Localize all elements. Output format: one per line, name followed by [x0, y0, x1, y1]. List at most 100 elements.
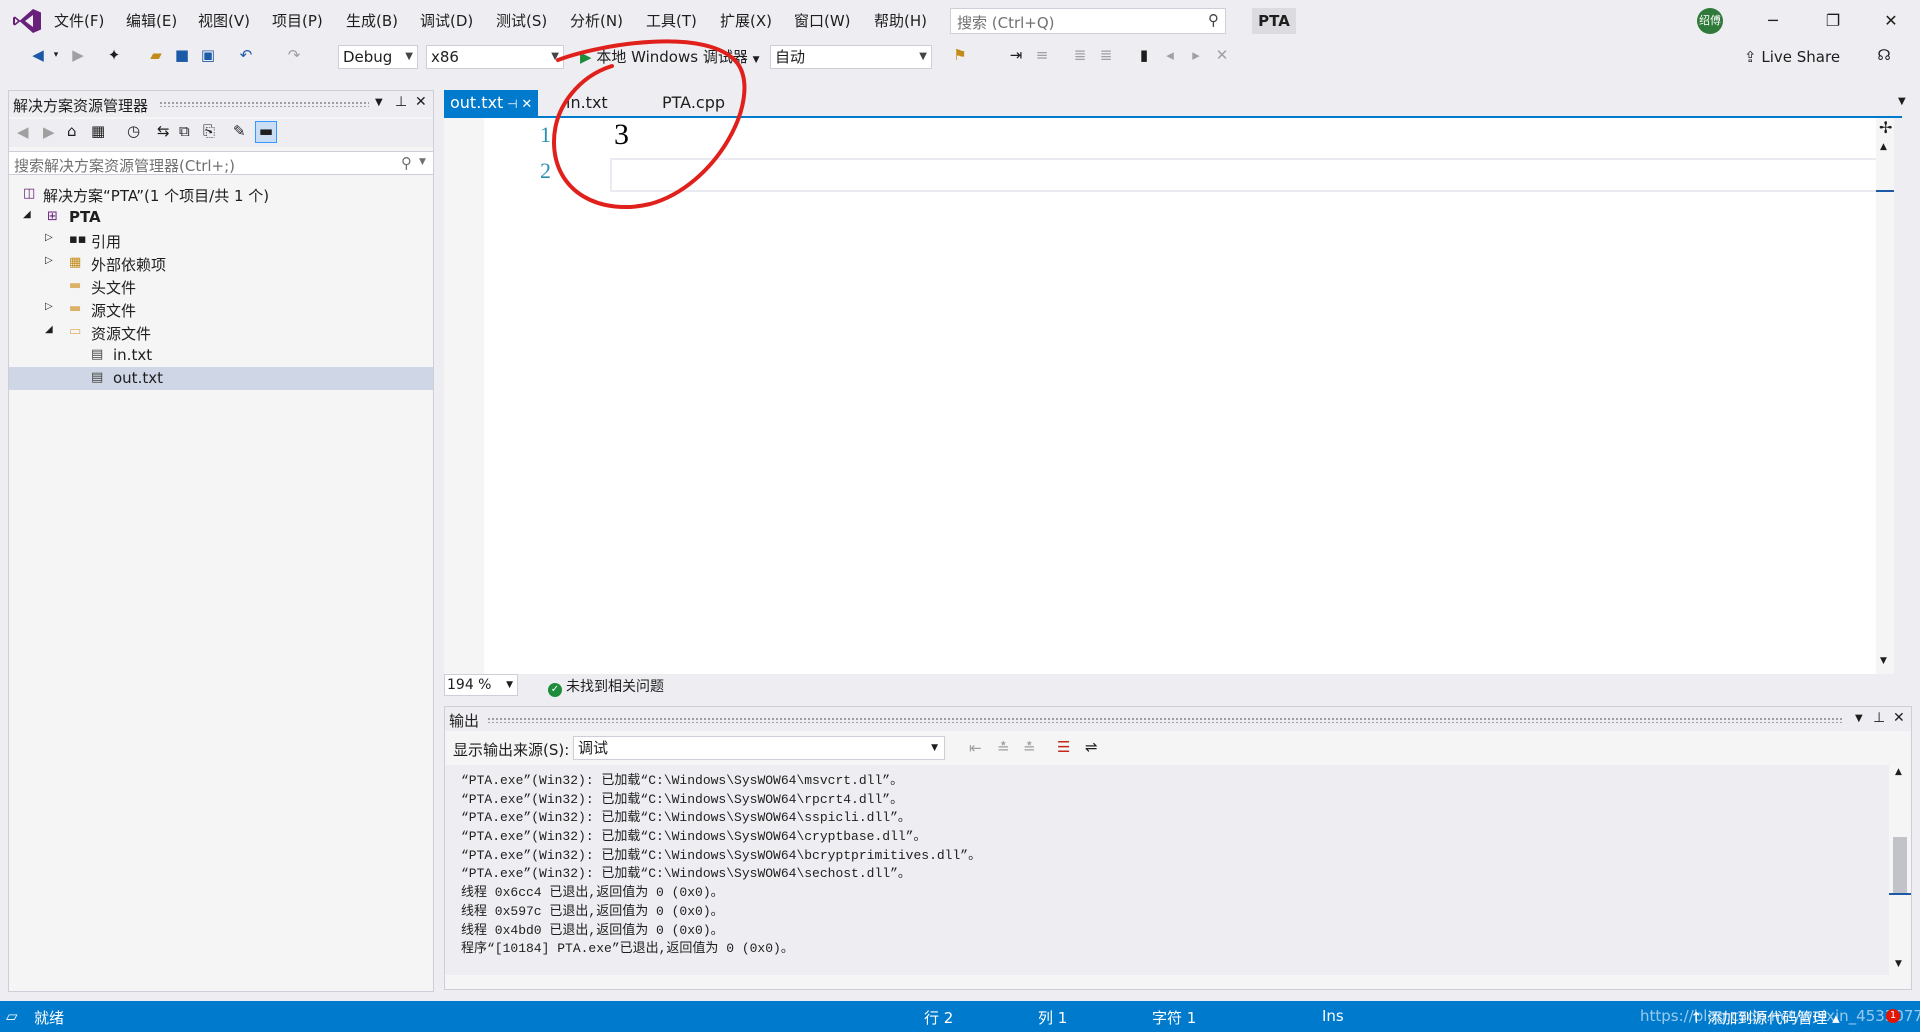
- scroll-thumb[interactable]: [1893, 837, 1907, 893]
- switch-views-icon[interactable]: ▦: [91, 122, 105, 140]
- solution-search-input[interactable]: 搜索解决方案资源管理器(Ctrl+;) ⚲ ▼: [9, 151, 433, 175]
- close-icon[interactable]: ✕: [415, 94, 427, 110]
- tab-overflow-icon[interactable]: ▼: [1898, 96, 1906, 107]
- zoom-dropdown[interactable]: 194 % ▼: [444, 674, 518, 696]
- back-icon[interactable]: ◀: [17, 123, 29, 141]
- tree-item[interactable]: ▤ in.txt: [9, 344, 433, 367]
- feedback-icon[interactable]: ☊: [1874, 46, 1894, 64]
- scroll-down-icon[interactable]: ▼: [1880, 656, 1887, 666]
- quick-launch-search-input[interactable]: 搜索 (Ctrl+Q) ⚲: [950, 8, 1226, 34]
- source-control-button[interactable]: ↑ 添加到源代码管理 ▴: [1690, 1007, 1840, 1028]
- redo-icon[interactable]: ↷: [284, 46, 304, 64]
- tab-out-txt[interactable]: out.txt ⊣ ✕: [444, 90, 539, 116]
- collapsed-arrow-icon[interactable]: ▷: [45, 255, 53, 266]
- find-in-files-icon[interactable]: ⚑: [950, 46, 970, 64]
- pending-changes-icon[interactable]: ◷: [127, 122, 140, 140]
- output-source-dropdown[interactable]: 调试 ▼: [573, 736, 945, 760]
- menu-item[interactable]: 工具(T): [646, 10, 697, 31]
- drag-grip[interactable]: [487, 717, 1843, 723]
- menu-item[interactable]: 扩展(X): [720, 10, 772, 31]
- scroll-down-icon[interactable]: ▼: [1895, 959, 1902, 969]
- platform-dropdown[interactable]: x86 ▼: [426, 45, 564, 69]
- bookmark-icon[interactable]: ▮: [1134, 46, 1154, 64]
- menu-item[interactable]: 文件(F): [54, 10, 104, 31]
- pin-icon[interactable]: ⊥: [1873, 710, 1885, 726]
- split-icon[interactable]: ✢: [1879, 118, 1892, 137]
- issues-indicator[interactable]: ✓ 未找到相关问题: [548, 676, 664, 697]
- show-all-files-icon[interactable]: ⎘: [203, 122, 215, 140]
- tree-item[interactable]: ▤ out.txt: [9, 367, 433, 390]
- menu-item[interactable]: 编辑(E): [126, 10, 177, 31]
- code-line[interactable]: 3: [614, 118, 629, 152]
- scroll-up-icon[interactable]: ▲: [1895, 767, 1902, 777]
- close-window-icon[interactable]: ✕: [1876, 8, 1906, 34]
- clear-all-icon[interactable]: ☰: [1057, 738, 1070, 756]
- text-editor[interactable]: 1 3 2 ✢ ▲ ▼: [444, 118, 1894, 674]
- collapsed-arrow-icon[interactable]: ▷: [45, 301, 53, 312]
- auto-dropdown[interactable]: 自动 ▼: [770, 45, 932, 69]
- start-debugger-button[interactable]: ▶ 本地 Windows 调试器 ▼: [580, 46, 760, 67]
- panel-menu-icon[interactable]: ▼: [375, 97, 383, 108]
- output-text[interactable]: “PTA.exe”(Win32): 已加载“C:\Windows\SysWOW6…: [445, 765, 1889, 975]
- panel-menu-icon[interactable]: ▼: [1855, 713, 1863, 724]
- menu-item[interactable]: 生成(B): [346, 10, 398, 31]
- forward-icon[interactable]: ▶: [68, 46, 88, 64]
- menu-item[interactable]: 视图(V): [198, 10, 250, 31]
- menu-item[interactable]: 项目(P): [272, 10, 323, 31]
- back-dropdown-icon[interactable]: ▾: [46, 50, 66, 60]
- go-to-line-icon[interactable]: ⇤: [969, 739, 982, 757]
- pin-icon[interactable]: ⊥: [395, 94, 407, 110]
- open-file-icon[interactable]: ▰: [146, 46, 166, 64]
- step-icon[interactable]: ⇥: [1006, 46, 1026, 64]
- new-project-icon[interactable]: ✦: [104, 46, 124, 64]
- drag-grip[interactable]: [159, 101, 369, 107]
- next-message-icon[interactable]: ≛: [1023, 739, 1036, 757]
- menu-item[interactable]: 分析(N): [570, 10, 623, 31]
- collapse-all-icon[interactable]: ⧉: [179, 122, 190, 140]
- properties-icon[interactable]: ✎: [233, 122, 246, 140]
- outdent-icon[interactable]: ≣: [1070, 46, 1090, 64]
- live-share-button[interactable]: ⇪ Live Share: [1744, 48, 1840, 66]
- menu-item[interactable]: 测试(S): [496, 10, 547, 31]
- comment-icon[interactable]: ≡: [1032, 46, 1052, 64]
- tree-item[interactable]: ◢ ▭ 资源文件: [9, 321, 433, 344]
- back-icon[interactable]: ◀: [28, 46, 48, 64]
- avatar[interactable]: 绍傅: [1697, 8, 1723, 34]
- vertical-scrollbar[interactable]: ✢ ▲ ▼: [1876, 118, 1894, 674]
- minimize-icon[interactable]: ─: [1758, 8, 1788, 34]
- forward-icon[interactable]: ▶: [43, 123, 55, 141]
- output-vertical-scrollbar[interactable]: ▲ ▼: [1889, 765, 1911, 975]
- restore-icon[interactable]: ❐: [1818, 8, 1848, 34]
- notification-icon[interactable]: 1: [1886, 1009, 1900, 1023]
- expanded-arrow-icon[interactable]: ◢: [45, 324, 53, 335]
- home-icon[interactable]: ⌂: [67, 122, 77, 140]
- tree-item[interactable]: ▬ 头文件: [9, 275, 433, 298]
- menu-item[interactable]: 调试(D): [420, 10, 473, 31]
- sync-icon[interactable]: ⇆: [157, 122, 170, 140]
- save-icon[interactable]: ■: [172, 46, 192, 64]
- next-bookmark-icon[interactable]: ▸: [1186, 46, 1206, 64]
- close-tab-icon[interactable]: ✕: [521, 97, 532, 112]
- save-all-icon[interactable]: ▣: [198, 46, 218, 64]
- tree-item[interactable]: ◫ 解决方案“PTA”(1 个项目/共 1 个): [9, 183, 433, 206]
- word-wrap-icon[interactable]: ⇌: [1085, 738, 1098, 756]
- tab-in-txt[interactable]: in.txt: [560, 90, 614, 116]
- prev-message-icon[interactable]: ≛: [997, 739, 1010, 757]
- expanded-arrow-icon[interactable]: ◢: [23, 209, 31, 220]
- tree-item[interactable]: ▷ ▬ 源文件: [9, 298, 433, 321]
- solution-config-dropdown[interactable]: Debug ▼: [338, 45, 418, 69]
- tree-item[interactable]: ◢ ⊞ PTA: [9, 206, 433, 229]
- preview-icon[interactable]: ▬: [255, 121, 277, 143]
- undo-icon[interactable]: ↶: [236, 46, 256, 64]
- pin-icon[interactable]: ⊣: [503, 97, 521, 111]
- collapsed-arrow-icon[interactable]: ▷: [45, 232, 53, 243]
- tree-item[interactable]: ▷ ▦ 外部依赖项: [9, 252, 433, 275]
- close-icon[interactable]: ✕: [1893, 710, 1905, 726]
- prev-bookmark-icon[interactable]: ◂: [1160, 46, 1180, 64]
- scroll-up-icon[interactable]: ▲: [1880, 142, 1887, 152]
- tab-pta-cpp[interactable]: PTA.cpp: [656, 90, 731, 116]
- menu-item[interactable]: 窗口(W): [794, 10, 851, 31]
- menu-item[interactable]: 帮助(H): [874, 10, 927, 31]
- indent-icon[interactable]: ≣: [1096, 46, 1116, 64]
- clear-bookmarks-icon[interactable]: ✕: [1212, 46, 1232, 64]
